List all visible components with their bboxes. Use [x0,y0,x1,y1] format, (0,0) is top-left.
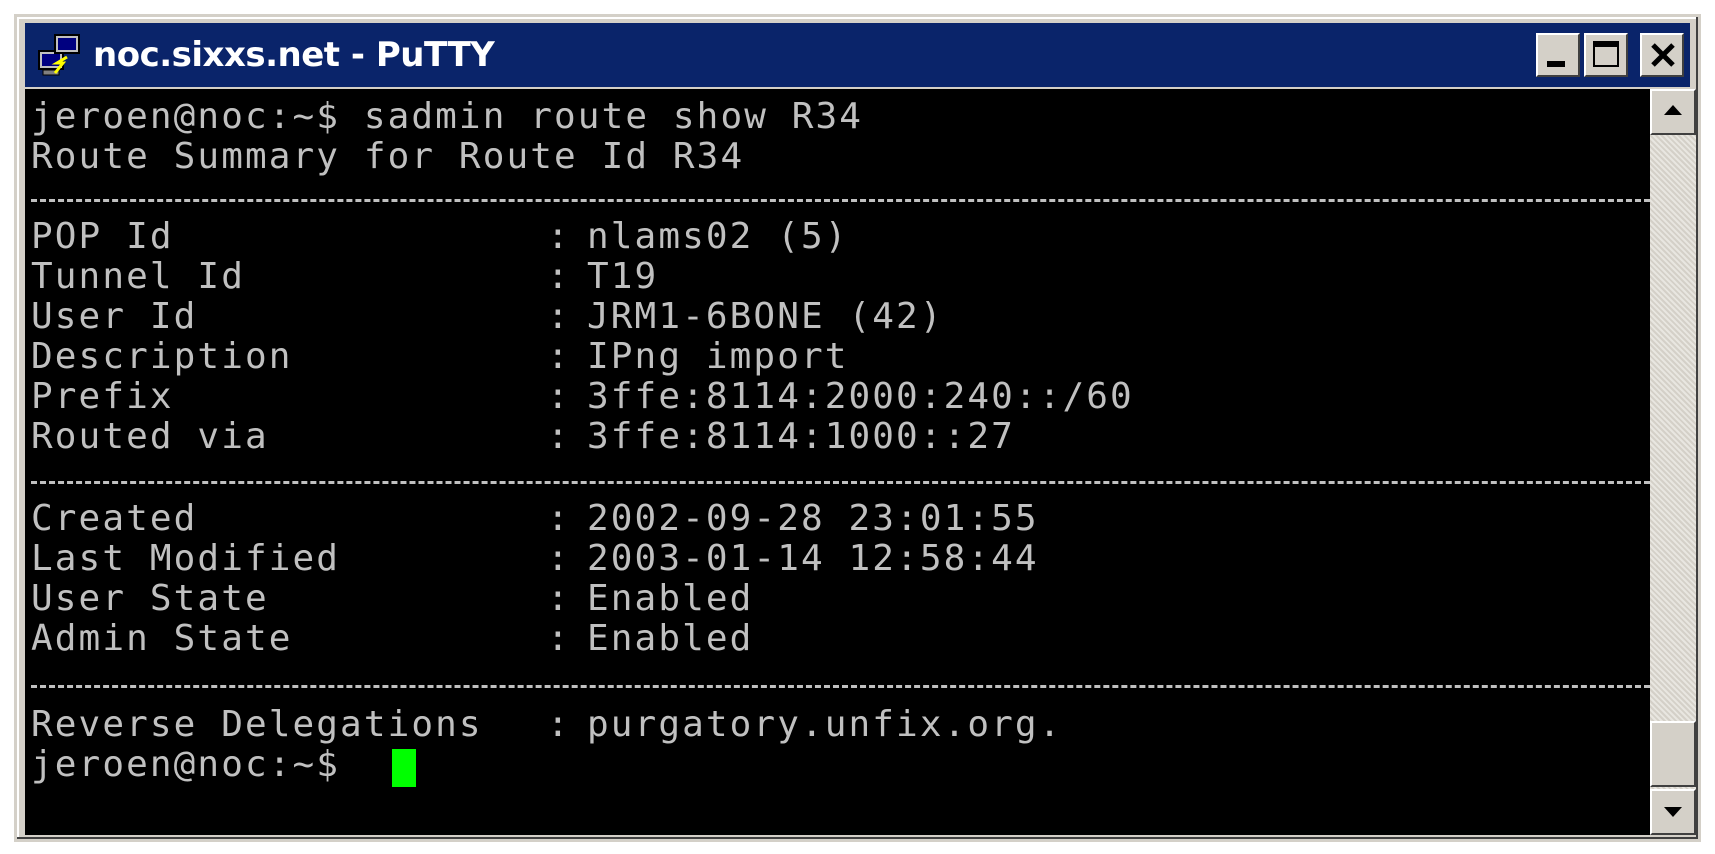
vertical-scrollbar[interactable] [1650,89,1696,835]
row-value: 2003-01-14 12:58:44 [587,538,1039,579]
scroll-up-button[interactable] [1650,89,1696,135]
maximize-button[interactable] [1584,33,1628,77]
prompt-line: jeroen@noc:~$ [31,744,341,785]
close-icon [1651,43,1675,67]
scroll-down-button[interactable] [1650,789,1696,835]
row-colon: : [547,336,571,377]
separator-line [31,685,1650,688]
putty-window: noc.sixxs.net - PuTTY jeroen@noc:~$ sadm… [14,14,1701,842]
putty-app-icon[interactable] [37,33,83,77]
row-value: nlams02 (5) [587,216,849,257]
row-colon: : [547,296,571,337]
row-value: 2002-09-28 23:01:55 [587,498,1039,539]
maximize-icon [1593,41,1619,67]
row-colon: : [547,618,571,659]
row-label: Admin State [31,618,293,659]
row-value: 3ffe:8114:2000:240::/60 [587,376,1134,417]
row-value: 3ffe:8114:1000::27 [587,416,1015,457]
arrow-down-icon [1664,807,1682,817]
minimize-button[interactable] [1536,33,1580,77]
separator-line [31,481,1650,484]
row-label: Description [31,336,293,377]
row-colon: : [547,416,571,457]
summary-header: Route Summary for Route Id R34 [31,136,745,177]
row-label: Created [31,498,198,539]
row-label: Last Modified [31,538,341,579]
row-label: Reverse Delegations [31,704,483,745]
command-line: jeroen@noc:~$ sadmin route show R34 [31,96,864,137]
scroll-thumb[interactable] [1650,721,1696,787]
row-label: User State [31,578,269,619]
row-label: Tunnel Id [31,256,245,297]
separator-line [31,199,1650,202]
row-colon: : [547,704,571,745]
window-title: noc.sixxs.net - PuTTY [93,35,495,75]
row-colon: : [547,538,571,579]
row-colon: : [547,498,571,539]
title-bar[interactable]: noc.sixxs.net - PuTTY [25,23,1690,87]
arrow-up-icon [1664,105,1682,115]
row-value: Enabled [587,578,754,619]
row-label: Routed via [31,416,269,457]
row-value: JRM1-6BONE (42) [587,296,944,337]
row-value: IPng import [587,336,849,377]
row-value: Enabled [587,618,754,659]
row-value: T19 [587,256,659,297]
row-label: User Id [31,296,198,337]
terminal-screen[interactable]: jeroen@noc:~$ sadmin route show R34 Rout… [25,89,1650,835]
row-colon: : [547,376,571,417]
close-button[interactable] [1640,33,1684,77]
row-colon: : [547,256,571,297]
row-colon: : [547,578,571,619]
terminal-cursor [392,749,416,787]
row-label: Prefix [31,376,174,417]
minimize-icon [1547,61,1565,67]
row-value: purgatory.unfix.org. [587,704,1063,745]
row-colon: : [547,216,571,257]
row-label: POP Id [31,216,174,257]
